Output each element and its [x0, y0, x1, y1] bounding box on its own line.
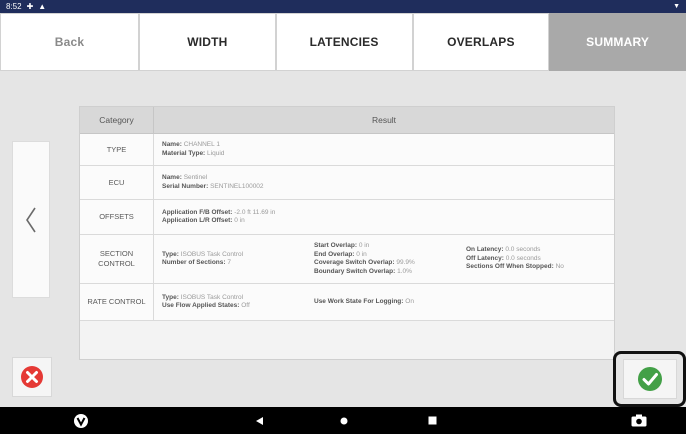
- row-result: Type: ISOBUS Task Control Use Flow Appli…: [154, 284, 614, 320]
- tab-latencies-label: LATENCIES: [309, 35, 379, 49]
- tab-summary[interactable]: SUMMARY: [549, 13, 686, 71]
- field-value: CHANNEL 1: [183, 141, 220, 148]
- back-tab[interactable]: Back: [0, 13, 139, 71]
- tab-width[interactable]: WIDTH: [139, 13, 276, 71]
- field-label: Use Work State For Logging:: [314, 297, 404, 305]
- row-result: Application F/B Offset: -2.0 ft 11.69 in…: [154, 200, 614, 234]
- field-value: 0.0 seconds: [505, 254, 541, 262]
- tab-overlaps-label: OVERLAPS: [447, 35, 515, 49]
- field-label: Number of Sections:: [162, 259, 226, 266]
- result-column: Application F/B Offset: -2.0 ft 11.69 in…: [162, 209, 275, 226]
- wizard-tabs: Back WIDTH LATENCIES OVERLAPS SUMMARY: [0, 13, 686, 71]
- field-label: Start Overlap:: [314, 242, 357, 249]
- result-column: Use Work State For Logging: On: [314, 298, 466, 307]
- field-label: Off Latency:: [466, 254, 504, 262]
- back-icon[interactable]: [250, 407, 270, 434]
- field-label: Use Flow Applied States:: [162, 302, 240, 309]
- check-icon: [637, 367, 662, 391]
- result-column: Type: ISOBUS Task Control Number of Sect…: [162, 251, 314, 268]
- field-value: 0.0 seconds: [505, 246, 541, 254]
- result-column: Name: Sentinel Serial Number: SENTINEL10…: [162, 174, 314, 191]
- field-value: Liquid: [207, 149, 225, 157]
- field-value: 1.0%: [397, 267, 412, 275]
- field-label: Sections Off When Stopped:: [466, 263, 554, 271]
- table-row: SECTION CONTROL Type: ISOBUS Task Contro…: [80, 235, 614, 284]
- row-result: Type: ISOBUS Task Control Number of Sect…: [154, 235, 614, 283]
- row-category: TYPE: [80, 134, 154, 165]
- tab-latencies[interactable]: LATENCIES: [275, 13, 413, 71]
- plus-icon: ✚: [26, 2, 34, 11]
- field-value: Sentinel: [183, 174, 208, 181]
- field-label: Material Type:: [162, 149, 206, 157]
- confirm-highlight: [613, 351, 686, 407]
- wifi-icon: ▼: [673, 3, 680, 10]
- field-label: Serial Number:: [162, 182, 209, 190]
- field-label: On Latency:: [466, 246, 504, 254]
- field-value: 99.9%: [396, 259, 415, 266]
- result-column: Start Overlap: 0 in End Overlap: 0 in Co…: [314, 242, 466, 276]
- table-row: ECU Name: Sentinel Serial Number: SENTIN…: [80, 166, 614, 200]
- field-value: SENTINEL100002: [210, 182, 264, 190]
- tab-width-label: WIDTH: [187, 35, 228, 49]
- home-icon[interactable]: [334, 407, 354, 434]
- result-column: On Latency: 0.0 seconds Off Latency: 0.0…: [466, 246, 564, 272]
- camera-icon[interactable]: [627, 407, 651, 434]
- field-label: Name:: [162, 141, 182, 148]
- back-tab-label: Back: [54, 35, 85, 49]
- android-nav-bar: [0, 407, 686, 434]
- field-value: 7: [227, 259, 231, 266]
- row-category: ECU: [80, 166, 154, 199]
- field-label: Application L/R Offset:: [162, 217, 233, 224]
- warning-icon: ▲: [38, 2, 47, 11]
- field-label: Application F/B Offset:: [162, 208, 233, 216]
- field-value: 0 in: [358, 242, 370, 249]
- status-time: 8:52: [6, 2, 22, 11]
- row-category: OFFSETS: [80, 200, 154, 234]
- previous-button[interactable]: [12, 141, 50, 298]
- result-header: Result: [371, 115, 397, 125]
- field-label: Type:: [162, 293, 179, 301]
- field-value: On: [405, 297, 414, 305]
- cancel-icon: [21, 366, 43, 388]
- field-value: No: [555, 263, 564, 271]
- table-row: OFFSETS Application F/B Offset: -2.0 ft …: [80, 200, 614, 235]
- recents-icon[interactable]: [422, 407, 442, 434]
- field-value: ISOBUS Task Control: [180, 250, 244, 258]
- field-value: Off: [241, 302, 250, 309]
- result-column: Name: CHANNEL 1 Material Type: Liquid: [162, 141, 314, 158]
- field-label: Boundary Switch Overlap:: [314, 267, 396, 275]
- row-result: Name: Sentinel Serial Number: SENTINEL10…: [154, 166, 614, 199]
- table-row: TYPE Name: CHANNEL 1 Material Type: Liqu…: [80, 134, 614, 166]
- row-result: Name: CHANNEL 1 Material Type: Liquid: [154, 134, 614, 165]
- tab-summary-label: SUMMARY: [586, 35, 650, 49]
- status-bar: 8:52 ✚ ▲ ▼: [0, 0, 686, 13]
- row-category: RATE CONTROL: [80, 284, 154, 320]
- field-value: -2.0 ft 11.69 in: [234, 208, 276, 216]
- category-header: Category: [80, 107, 154, 133]
- cancel-button[interactable]: [12, 357, 52, 397]
- field-label: Type:: [162, 250, 179, 258]
- field-label: End Overlap:: [314, 250, 355, 258]
- summary-table: Category Result TYPE Name: CHANNEL 1 Mat…: [79, 106, 615, 360]
- chevron-left-icon: [26, 207, 36, 232]
- field-label: Coverage Switch Overlap:: [314, 259, 395, 266]
- field-label: Name:: [162, 174, 182, 181]
- field-value: ISOBUS Task Control: [180, 293, 244, 301]
- result-column: Type: ISOBUS Task Control Use Flow Appli…: [162, 294, 314, 311]
- row-category: SECTION CONTROL: [80, 235, 154, 283]
- table-header: Category Result: [80, 107, 614, 134]
- field-value: 0 in: [234, 217, 245, 224]
- tab-overlaps[interactable]: OVERLAPS: [412, 13, 550, 71]
- main-content: Category Result TYPE Name: CHANNEL 1 Mat…: [0, 71, 686, 407]
- table-row: RATE CONTROL Type: ISOBUS Task Control U…: [80, 284, 614, 321]
- confirm-button[interactable]: [622, 359, 677, 399]
- app-logo-icon[interactable]: [70, 407, 92, 434]
- field-value: 0 in: [356, 250, 367, 258]
